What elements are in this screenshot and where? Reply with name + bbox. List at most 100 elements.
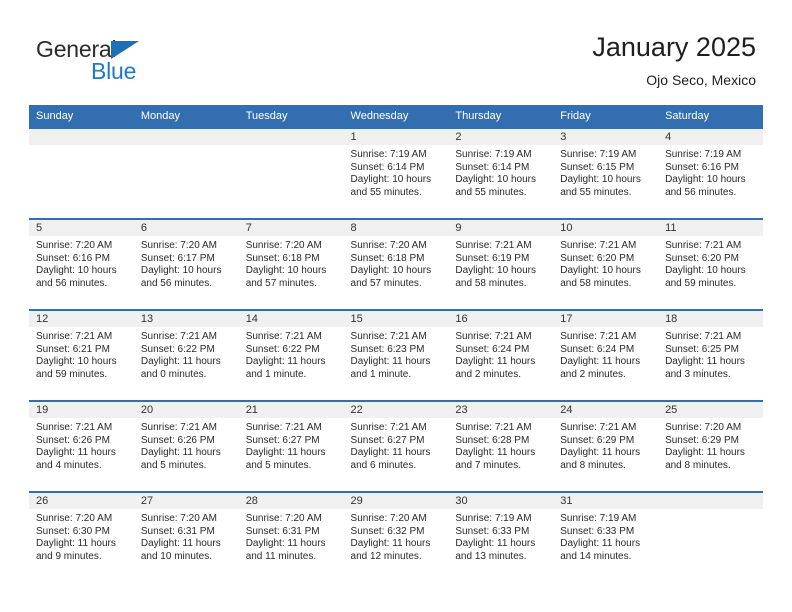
sunrise-text: Sunrise: 7:20 AM <box>665 422 742 433</box>
daylight-text-line2: and 1 minute. <box>245 368 307 380</box>
weekday-header-tuesday: Tuesday <box>238 105 344 128</box>
daylight-text-line2: and 55 minutes. <box>350 186 422 198</box>
day-cell[interactable]: 29 Sunrise: 7:20 AM Sunset: 6:32 PM Dayligh… <box>343 493 449 582</box>
daylight-text-line1: Daylight: 11 hours <box>350 356 431 368</box>
sunset-text: Sunset: 6:15 PM <box>560 161 635 173</box>
daylight-text-line2: and 8 minutes. <box>560 459 626 471</box>
day-cell[interactable]: 17 Sunrise: 7:21 AM Sunset: 6:24 PM Dayligh… <box>553 311 659 400</box>
daylight-text-line1: Daylight: 10 hours <box>140 265 222 277</box>
day-info: Sunrise: 7:21 AM Sunset: 6:26 PM Daylight:… <box>134 418 239 472</box>
day-cell[interactable]: 4 Sunrise: 7:19 AM Sunset: 6:16 PM Daylight… <box>658 129 763 218</box>
daylight-text-line1: Daylight: 11 hours <box>245 447 326 459</box>
daylight-text-line1: Daylight: 10 hours <box>36 265 117 277</box>
day-cell[interactable]: 3 Sunrise: 7:19 AM Sunset: 6:15 PM Daylight… <box>553 129 659 218</box>
daylight-text-line1: Daylight: 11 hours <box>560 447 641 459</box>
daylight-text-line1: Daylight: 11 hours <box>350 447 431 459</box>
sunset-text: Sunset: 6:33 PM <box>560 525 635 537</box>
day-cell[interactable]: 6 Sunrise: 7:20 AM Sunset: 6:17 PM Daylight… <box>133 220 239 309</box>
day-cell[interactable]: 25 Sunrise: 7:20 AM Sunset: 6:29 PM Dayligh… <box>658 402 763 491</box>
day-cell[interactable]: 15 Sunrise: 7:21 AM Sunset: 6:23 PM Dayligh… <box>343 311 449 400</box>
day-number: 12 <box>29 311 134 327</box>
day-cell[interactable]: 2 Sunrise: 7:19 AM Sunset: 6:14 PM Daylight… <box>448 129 554 218</box>
brand-logo[interactable]: General Blue <box>36 36 216 86</box>
day-cell[interactable]: 24 Sunrise: 7:21 AM Sunset: 6:29 PM Dayligh… <box>553 402 659 491</box>
calendar-cell: 7 Sunrise: 7:20 AM Sunset: 6:18 PM Daylight… <box>238 218 344 310</box>
day-cell[interactable]: 30 Sunrise: 7:19 AM Sunset: 6:33 PM Dayligh… <box>448 493 554 582</box>
daylight-text-line2: and 9 minutes. <box>36 550 102 562</box>
sunrise-text: Sunrise: 7:21 AM <box>560 240 637 251</box>
daylight-text-line1: Daylight: 10 hours <box>560 174 641 186</box>
weekday-header-monday: Monday <box>133 105 239 128</box>
sunset-text: Sunset: 6:20 PM <box>665 252 739 264</box>
daylight-text-line1: Daylight: 11 hours <box>665 356 745 368</box>
daylight-text-line2: and 57 minutes. <box>245 277 317 289</box>
daylight-text-line2: and 6 minutes. <box>350 459 417 471</box>
day-info: Sunrise: 7:20 AM Sunset: 6:18 PM Daylight:… <box>239 236 344 290</box>
calendar-cell: 11 Sunrise: 7:21 AM Sunset: 6:20 PM Dayligh… <box>658 218 763 310</box>
day-cell[interactable]: 7 Sunrise: 7:20 AM Sunset: 6:18 PM Daylight… <box>238 220 344 309</box>
sunset-text: Sunset: 6:31 PM <box>245 525 320 537</box>
daylight-text-line1: Daylight: 11 hours <box>560 538 641 550</box>
day-cell[interactable]: 9 Sunrise: 7:21 AM Sunset: 6:19 PM Daylight… <box>448 220 554 309</box>
calendar-grid: Sunday Monday Tuesday Wednesday Thursday Frid… <box>29 105 763 582</box>
day-cell[interactable]: 5 Sunrise: 7:20 AM Sunset: 6:16 PM Daylight… <box>29 220 134 309</box>
calendar-cell: 20 Sunrise: 7:21 AM Sunset: 6:26 PM Dayligh… <box>133 400 239 492</box>
day-cell[interactable]: 13 Sunrise: 7:21 AM Sunset: 6:22 PM Dayligh… <box>133 311 239 400</box>
sunset-text: Sunset: 6:32 PM <box>350 525 425 537</box>
day-cell[interactable]: 11 Sunrise: 7:21 AM Sunset: 6:20 PM Dayligh… <box>658 220 763 309</box>
day-number: 9 <box>448 220 554 236</box>
sunrise-text: Sunrise: 7:21 AM <box>665 331 742 342</box>
day-info: Sunrise: 7:20 AM Sunset: 6:31 PM Daylight:… <box>134 509 239 563</box>
day-cell[interactable]: 10 Sunrise: 7:21 AM Sunset: 6:20 PM Dayligh… <box>553 220 659 309</box>
day-number: 1 <box>343 129 449 145</box>
sunset-text: Sunset: 6:25 PM <box>665 343 739 355</box>
daylight-text-line2: and 10 minutes. <box>140 550 213 562</box>
day-cell[interactable]: 23 Sunrise: 7:21 AM Sunset: 6:28 PM Dayligh… <box>448 402 554 491</box>
day-info: Sunrise: 7:21 AM Sunset: 6:23 PM Daylight:… <box>344 327 449 381</box>
daylight-text-line2: and 55 minutes. <box>455 186 527 198</box>
sunset-text: Sunset: 6:24 PM <box>455 343 530 355</box>
daylight-text-line2: and 13 minutes. <box>455 550 527 562</box>
sunrise-text: Sunrise: 7:21 AM <box>140 422 217 433</box>
day-cell[interactable]: 21 Sunrise: 7:21 AM Sunset: 6:27 PM Dayligh… <box>238 402 344 491</box>
daylight-text-line1: Daylight: 11 hours <box>350 538 431 550</box>
day-cell[interactable]: 18 Sunrise: 7:21 AM Sunset: 6:25 PM Dayligh… <box>658 311 763 400</box>
day-number: 19 <box>29 402 134 418</box>
day-cell[interactable]: 19 Sunrise: 7:21 AM Sunset: 6:26 PM Dayligh… <box>29 402 134 491</box>
day-cell-empty <box>29 129 134 218</box>
day-cell[interactable]: 1 Sunrise: 7:19 AM Sunset: 6:14 PM Daylight… <box>343 129 449 218</box>
calendar-cell: 18 Sunrise: 7:21 AM Sunset: 6:25 PM Dayligh… <box>658 309 763 401</box>
daylight-text-line1: Daylight: 11 hours <box>140 538 221 550</box>
weekday-header-wednesday: Wednesday <box>343 105 449 128</box>
weekday-header-friday: Friday <box>553 105 659 128</box>
daylight-text-line2: and 56 minutes. <box>140 277 213 289</box>
daylight-text-line2: and 55 minutes. <box>560 186 632 198</box>
day-number: 8 <box>343 220 449 236</box>
sunrise-text: Sunrise: 7:19 AM <box>560 513 637 524</box>
calendar-week-row: 12 Sunrise: 7:21 AM Sunset: 6:21 PM Dayligh… <box>29 309 763 401</box>
calendar-cell: 12 Sunrise: 7:21 AM Sunset: 6:21 PM Dayligh… <box>29 309 134 401</box>
day-number: 29 <box>343 493 449 509</box>
title-block: January 2025 Ojo Seco, Mexico <box>592 30 756 90</box>
day-number: 27 <box>133 493 239 509</box>
day-cell[interactable]: 31 Sunrise: 7:19 AM Sunset: 6:33 PM Dayligh… <box>553 493 659 582</box>
day-cell[interactable]: 16 Sunrise: 7:21 AM Sunset: 6:24 PM Dayligh… <box>448 311 554 400</box>
day-cell[interactable]: 22 Sunrise: 7:21 AM Sunset: 6:27 PM Dayligh… <box>343 402 449 491</box>
day-number <box>238 129 344 145</box>
daylight-text-line2: and 58 minutes. <box>560 277 632 289</box>
day-number: 4 <box>658 129 763 145</box>
day-number: 7 <box>238 220 344 236</box>
brand-name-bottom: Blue <box>91 58 137 84</box>
day-cell[interactable]: 28 Sunrise: 7:20 AM Sunset: 6:31 PM Dayligh… <box>238 493 344 582</box>
daylight-text-line1: Daylight: 10 hours <box>455 174 536 186</box>
day-cell[interactable]: 8 Sunrise: 7:20 AM Sunset: 6:18 PM Daylight… <box>343 220 449 309</box>
day-cell[interactable]: 26 Sunrise: 7:20 AM Sunset: 6:30 PM Dayligh… <box>29 493 134 582</box>
day-cell[interactable]: 14 Sunrise: 7:21 AM Sunset: 6:22 PM Dayligh… <box>238 311 344 400</box>
sunset-text: Sunset: 6:18 PM <box>350 252 425 264</box>
sunset-text: Sunset: 6:33 PM <box>455 525 530 537</box>
calendar-cell: 26 Sunrise: 7:20 AM Sunset: 6:30 PM Dayligh… <box>29 491 134 582</box>
day-cell[interactable]: 12 Sunrise: 7:21 AM Sunset: 6:21 PM Dayligh… <box>29 311 134 400</box>
day-cell[interactable]: 27 Sunrise: 7:20 AM Sunset: 6:31 PM Dayligh… <box>133 493 239 582</box>
day-cell[interactable]: 20 Sunrise: 7:21 AM Sunset: 6:26 PM Dayligh… <box>133 402 239 491</box>
day-info: Sunrise: 7:21 AM Sunset: 6:29 PM Daylight:… <box>553 418 658 472</box>
